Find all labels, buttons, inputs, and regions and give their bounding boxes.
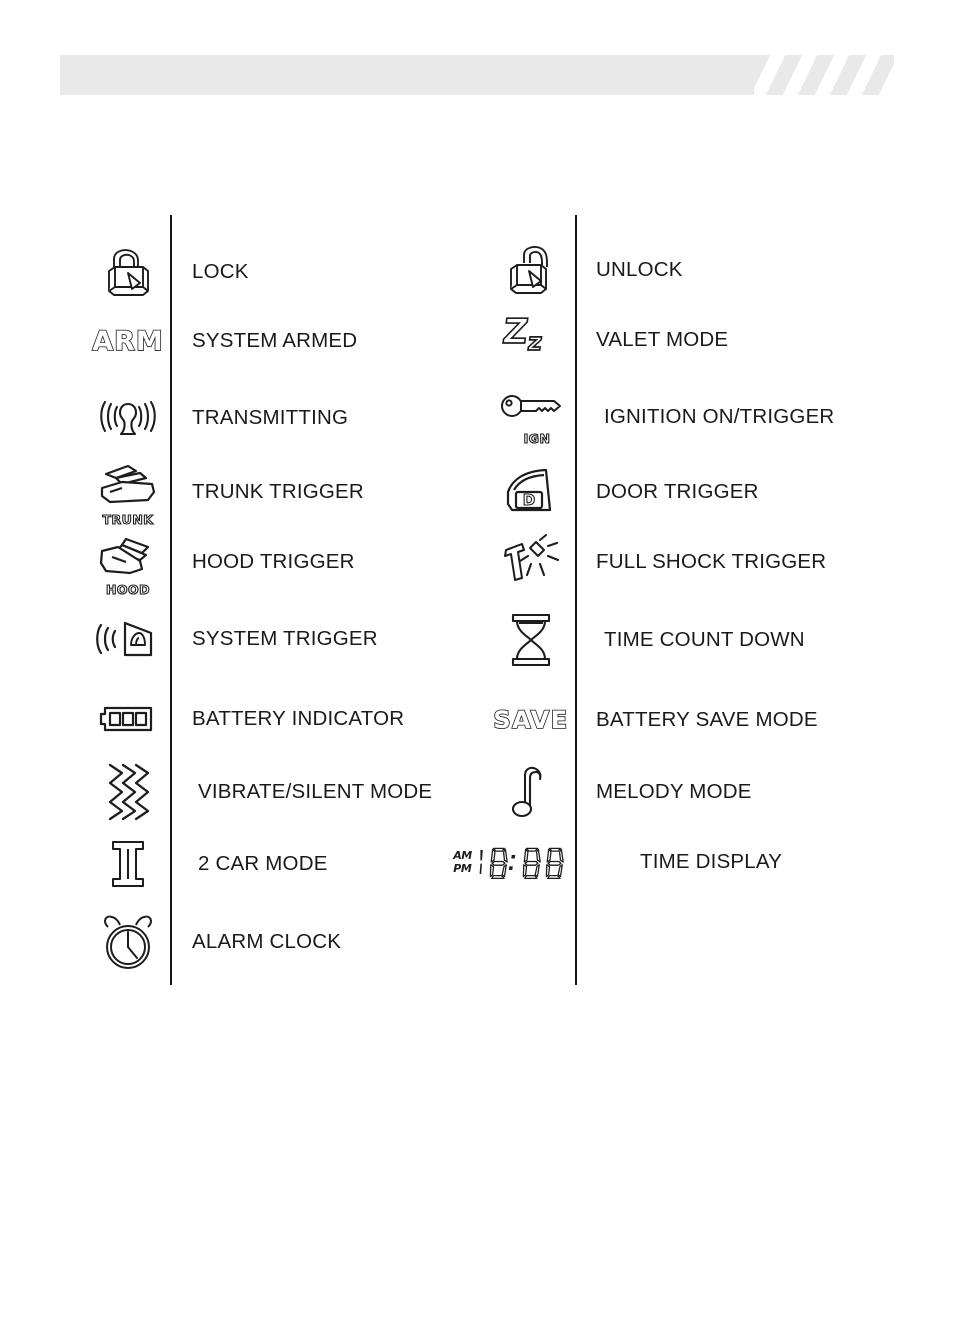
alarm-clock-icon	[88, 905, 168, 979]
legend-row-door-trigger: D DOOR TRIGGER	[488, 455, 918, 529]
battery-three-bars-icon	[88, 682, 168, 756]
legend-label: LOCK	[192, 260, 249, 283]
legend-right-column: UNLOCK Z z VALET MODE IGN IGNITION ON/TR…	[453, 215, 918, 985]
roman-numeral-two-icon	[88, 827, 168, 901]
legend-label: HOOD TRIGGER	[192, 550, 355, 573]
legend-label: UNLOCK	[596, 258, 683, 281]
legend-row-full-shock: FULL SHOCK TRIGGER	[488, 525, 918, 599]
legend-row-time-count-down: TIME COUNT DOWN	[488, 603, 918, 677]
legend-label: TIME COUNT DOWN	[604, 628, 805, 651]
car-trunk-open-icon: TRUNK	[88, 455, 168, 529]
lcd-digit-8	[522, 847, 541, 879]
legend-row-time-display: AM PM TIME DISPLAY	[453, 825, 918, 899]
legend-label: VIBRATE/SILENT MODE	[198, 780, 433, 803]
lcd-time-display-icon: AM PM	[444, 825, 574, 899]
legend-row-melody-mode: MELODY MODE	[488, 755, 918, 829]
car-hood-open-icon: HOOD	[88, 525, 168, 599]
legend-label: VALET MODE	[596, 328, 729, 351]
legend-label: TIME DISPLAY	[640, 850, 783, 873]
lcd-ampm-indicator: AM PM	[453, 849, 472, 875]
legend-label: ALARM CLOCK	[192, 930, 342, 953]
legend-label: BATTERY SAVE MODE	[596, 708, 818, 731]
legend-label: BATTERY INDICATOR	[192, 707, 405, 730]
legend-row-valet-mode: Z z VALET MODE	[488, 303, 918, 377]
legend-label: 2 CAR MODE	[198, 852, 328, 875]
lcd-pm-label: PM	[453, 862, 472, 875]
legend-label: TRUNK TRIGGER	[192, 480, 364, 503]
legend-label: MELODY MODE	[596, 780, 752, 803]
lcd-colon	[508, 855, 516, 870]
shock-hammer-impact-icon	[488, 525, 574, 599]
legend-label: FULL SHOCK TRIGGER	[596, 550, 827, 573]
legend-label: IGNITION ON/TRIGGER	[604, 405, 835, 428]
legend-label: TRANSMITTING	[192, 406, 349, 429]
legend-row-ignition: IGN IGNITION ON/TRIGGER	[488, 380, 918, 454]
lcd-am-label: AM	[453, 849, 472, 862]
ignition-key-icon: IGN	[488, 380, 574, 454]
arm-icon-text: ARM	[91, 325, 164, 358]
zz-big-letter: Z	[499, 311, 531, 353]
hourglass-icon	[488, 603, 574, 677]
music-note-icon	[488, 755, 574, 829]
lcd-digit-1	[479, 850, 483, 874]
legend-row-unlock: UNLOCK	[488, 233, 918, 307]
siren-speaker-icon	[88, 602, 168, 676]
header-diagonal-stripes	[754, 55, 894, 95]
antenna-transmitting-icon	[88, 381, 168, 455]
lcd-digit-8	[489, 847, 508, 879]
lcd-digit-8	[545, 847, 564, 879]
door-letter: D	[523, 491, 535, 509]
legend-row-battery-save-mode: SAVE BATTERY SAVE MODE	[488, 683, 918, 757]
car-door-icon: D	[488, 455, 574, 529]
arm-text-icon: ARM	[88, 304, 168, 378]
save-icon-text: SAVE	[493, 705, 569, 735]
legend-label: SYSTEM TRIGGER	[192, 627, 378, 650]
padlock-closed-icon	[88, 235, 168, 309]
padlock-open-icon	[488, 233, 574, 307]
hood-sub-label: HOOD	[105, 581, 151, 597]
vibrate-zigzag-icon	[88, 755, 168, 829]
legend-label: DOOR TRIGGER	[596, 480, 759, 503]
ign-sub-label: IGN	[523, 430, 551, 446]
zz-small-letter: z	[525, 327, 545, 357]
save-text-icon: SAVE	[488, 683, 574, 757]
zz-sleep-icon: Z z	[488, 303, 574, 377]
header-band	[60, 55, 894, 95]
legend-label: SYSTEM ARMED	[192, 329, 358, 352]
